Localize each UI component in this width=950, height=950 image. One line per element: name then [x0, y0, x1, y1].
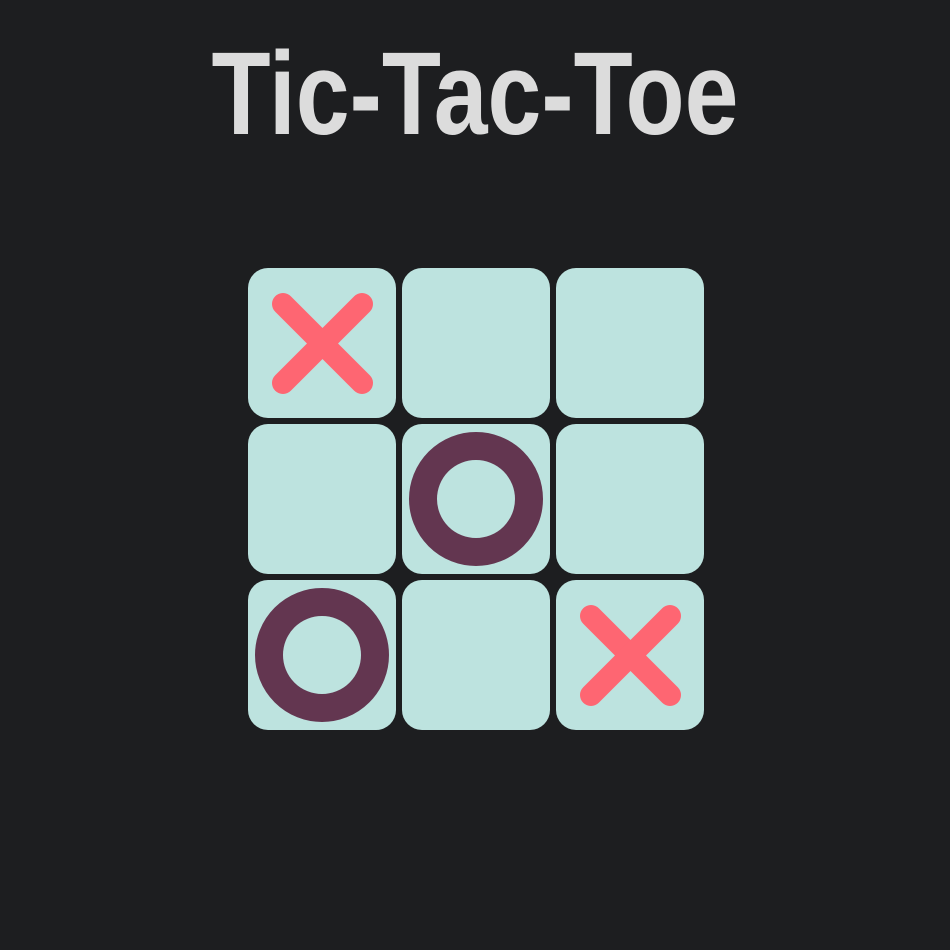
game-title: Tic-Tac-Toe [211, 28, 739, 160]
cell-5[interactable] [402, 424, 550, 574]
cell-8[interactable] [402, 580, 550, 730]
game-screen: Tic-Tac-Toe [0, 0, 950, 950]
cell-9[interactable] [556, 580, 704, 730]
cell-2[interactable] [402, 268, 550, 418]
cell-3[interactable] [556, 268, 704, 418]
o-mark-icon [255, 588, 389, 722]
cell-1[interactable] [248, 268, 396, 418]
x-mark-icon [272, 293, 373, 394]
game-board [248, 268, 704, 732]
x-mark-icon [580, 605, 681, 706]
o-mark-icon [409, 432, 543, 566]
cell-6[interactable] [556, 424, 704, 574]
cell-4[interactable] [248, 424, 396, 574]
cell-7[interactable] [248, 580, 396, 730]
